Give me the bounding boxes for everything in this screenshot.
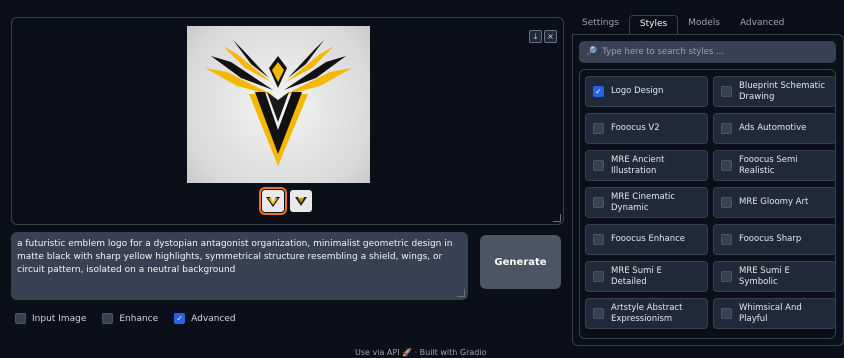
style-search-input[interactable]: 🔎 Type here to search styles ...: [579, 41, 836, 63]
style-item[interactable]: ✓ Logo Design: [585, 76, 708, 107]
style-item-label: Blueprint Schematic Drawing: [739, 80, 826, 102]
checkbox-icon[interactable]: [721, 123, 732, 134]
checkbox-icon[interactable]: [593, 160, 604, 171]
checkbox-icon[interactable]: [593, 197, 604, 208]
checkbox-label: Enhance: [119, 313, 159, 324]
style-item-label: MRE Sumi E Symbolic: [739, 265, 790, 287]
tab-settings[interactable]: Settings: [572, 15, 629, 35]
checkbox-icon[interactable]: [102, 313, 114, 324]
style-item[interactable]: MRE Sumi E Symbolic: [713, 261, 835, 292]
close-icon[interactable]: ×: [544, 30, 557, 43]
checkmark-icon[interactable]: ✓: [174, 313, 186, 324]
style-item-label: Fooocus Enhance: [611, 234, 686, 244]
style-item-label: Ads Automotive: [739, 123, 807, 133]
styles-panel: 🔎 Type here to search styles ... ✓ Logo D…: [572, 34, 844, 346]
footer-text: Use via API 🚀 · Built with Gradio: [355, 348, 487, 357]
style-item[interactable]: Ads Automotive: [713, 113, 835, 144]
styles-list: ✓ Logo Design Blueprint Schematic Drawing F…: [579, 69, 836, 339]
download-icon[interactable]: ⤓: [529, 30, 542, 43]
style-item[interactable]: MRE Cinematic Dynamic: [585, 187, 708, 218]
prompt-textarea[interactable]: a futuristic emblem logo for a dystopian…: [11, 232, 468, 300]
style-item[interactable]: MRE Ancient Illustration: [585, 150, 708, 181]
checkbox-icon[interactable]: [721, 86, 732, 97]
style-item-label: MRE Cinematic Dynamic: [611, 191, 676, 213]
checkbox-icon[interactable]: [721, 271, 732, 282]
advanced-checkbox[interactable]: ✓ Advanced: [174, 313, 236, 324]
style-item[interactable]: Artstyle Abstract Expressionism: [585, 298, 708, 329]
checkbox-icon[interactable]: [721, 197, 732, 208]
search-icon: 🔎: [586, 47, 598, 57]
style-item[interactable]: MRE Sumi E Detailed: [585, 261, 708, 292]
style-item-label: MRE Sumi E Detailed: [611, 265, 662, 287]
resize-handle[interactable]: [553, 214, 561, 222]
thumbnail-1[interactable]: [259, 187, 287, 215]
style-item-label: MRE Ancient Illustration: [611, 154, 665, 176]
style-item[interactable]: MRE Gloomy Art: [713, 187, 835, 218]
prompt-text: a futuristic emblem logo for a dystopian…: [17, 239, 453, 275]
image-gallery: ⤓ ×: [11, 17, 564, 225]
checkbox-icon[interactable]: [721, 234, 732, 245]
style-item-label: Logo Design: [611, 86, 664, 96]
right-wing: [282, 40, 352, 96]
style-item-label: Fooocus Semi Realistic: [739, 154, 798, 176]
input-image-checkbox[interactable]: Input Image: [15, 313, 86, 324]
style-item[interactable]: Fooocus Sharp: [713, 224, 835, 255]
tab-styles[interactable]: Styles: [628, 15, 679, 35]
checkbox-icon[interactable]: [15, 313, 26, 324]
checkbox-icon[interactable]: [721, 160, 732, 171]
style-item[interactable]: Whimsical And Playful: [713, 298, 835, 329]
style-item-label: Artstyle Abstract Expressionism: [611, 302, 683, 324]
checkbox-icon[interactable]: [593, 271, 604, 282]
checkbox-icon[interactable]: [721, 308, 732, 319]
search-placeholder: Type here to search styles ...: [602, 47, 725, 57]
style-item-label: Whimsical And Playful: [739, 302, 802, 324]
style-item[interactable]: Fooocus V2: [585, 113, 708, 144]
checkmark-icon[interactable]: ✓: [593, 86, 604, 97]
tab-models[interactable]: Models: [678, 15, 730, 35]
generate-button[interactable]: Generate: [480, 235, 561, 289]
settings-tabs: Settings Styles Models Advanced: [572, 15, 844, 35]
style-item[interactable]: Fooocus Semi Realistic: [713, 150, 835, 181]
checkbox-icon[interactable]: [593, 123, 604, 134]
style-item-label: Fooocus Sharp: [739, 234, 802, 244]
style-item[interactable]: Blueprint Schematic Drawing: [713, 76, 835, 107]
resize-handle[interactable]: [457, 289, 465, 297]
enhance-checkbox[interactable]: Enhance: [102, 313, 158, 324]
checkbox-icon[interactable]: [593, 234, 604, 245]
thumbnail-2[interactable]: [290, 190, 312, 212]
tab-advanced[interactable]: Advanced: [730, 15, 794, 35]
checkbox-label: Advanced: [191, 313, 236, 324]
generated-logo-image[interactable]: [187, 26, 370, 183]
style-item[interactable]: Fooocus Enhance: [585, 224, 708, 255]
style-item-label: MRE Gloomy Art: [739, 197, 809, 207]
checkbox-label: Input Image: [32, 313, 87, 324]
style-item-label: Fooocus V2: [611, 123, 660, 133]
left-wing: [205, 40, 275, 96]
checkbox-icon[interactable]: [593, 308, 604, 319]
